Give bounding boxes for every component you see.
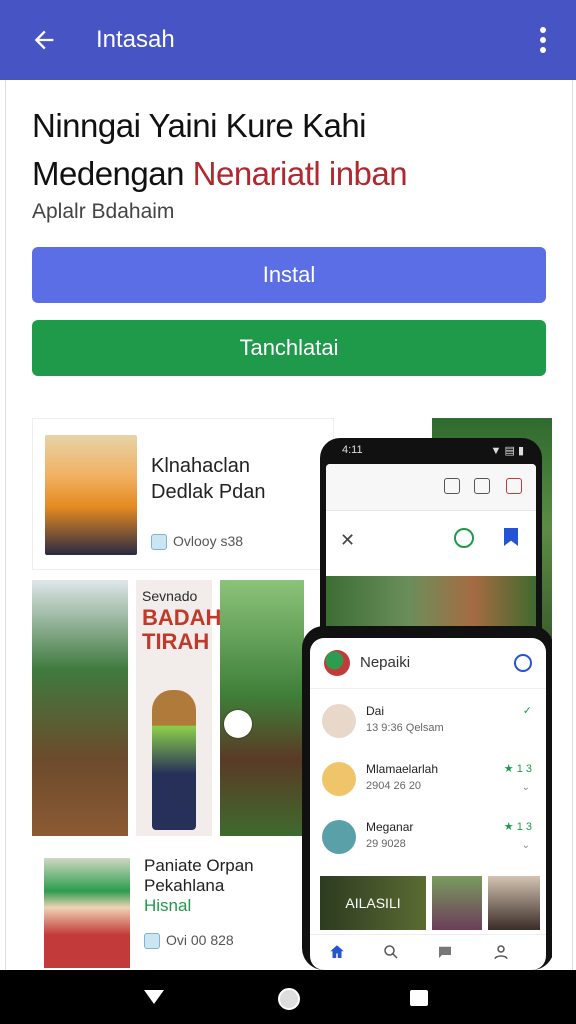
close-icon[interactable]: ✕ xyxy=(340,530,355,551)
item-name: Meganar xyxy=(366,820,414,834)
headline-line-1: Ninngai Yaini Kure Kahi xyxy=(32,107,367,144)
nav-recents-icon[interactable] xyxy=(410,990,428,1006)
poster-main: BADAH TIRAH xyxy=(142,605,222,654)
avatar xyxy=(44,858,130,968)
nav-home-icon[interactable] xyxy=(278,988,300,1010)
share-icon[interactable] xyxy=(444,478,460,494)
avatar xyxy=(322,820,356,854)
phone-actions: ✕ xyxy=(326,514,536,564)
status-icons: ▼ ▤ ▮ xyxy=(490,445,524,457)
poster-top: Sevnado xyxy=(142,588,198,604)
list-item[interactable]: Meganar 29 9028 ★ 1 3 ⌄ xyxy=(310,810,546,866)
card2-meta-label: Ovi 00 828 xyxy=(166,932,234,948)
item-name: Mlamaelarlah xyxy=(366,762,439,776)
item-badge: ✓ xyxy=(522,705,532,717)
play-icon[interactable] xyxy=(224,710,252,738)
subtitle: Aplalr Bdahaim xyxy=(32,200,175,223)
home-icon[interactable] xyxy=(328,943,346,961)
install-button[interactable]: Instal xyxy=(32,247,546,303)
phone-mockup-2: Nepaiki Dai 13 9:36 Qelsam ✓ Mlamaelarla… xyxy=(302,626,552,970)
card2-line-3: Hisnal xyxy=(144,896,192,915)
phone-bottom-nav xyxy=(310,934,546,970)
phone-header-name: Nepaiki xyxy=(360,654,411,671)
item-badge: ★ 1 3 xyxy=(503,821,532,833)
thumbnail[interactable] xyxy=(488,876,540,930)
nav-back-icon[interactable] xyxy=(144,990,164,1004)
profile-icon[interactable] xyxy=(492,943,510,961)
phone-screen: Nepaiki Dai 13 9:36 Qelsam ✓ Mlamaelarla… xyxy=(310,638,546,970)
item-sub: 29 9028 xyxy=(366,838,406,850)
avatar xyxy=(322,762,356,796)
item-name: Dai xyxy=(366,704,385,718)
search-icon[interactable] xyxy=(382,943,400,961)
avatar xyxy=(45,435,137,555)
screenshot-preview: Klnahaclan Dedlak Pdan Ovlooy s38 Sevnad… xyxy=(32,418,552,970)
phone-toolbar xyxy=(326,464,536,511)
thumbnail[interactable] xyxy=(432,876,482,930)
list-item[interactable]: Dai 13 9:36 Qelsam ✓ xyxy=(310,694,546,750)
chevron-down-icon[interactable]: ⌄ xyxy=(522,782,530,793)
app-logo-icon xyxy=(324,650,350,676)
image-icon xyxy=(151,534,167,551)
list-item[interactable]: Mlamaelarlah 2904 26 20 ★ 1 3 ⌄ xyxy=(310,752,546,808)
item-sub: 2904 26 20 xyxy=(366,780,422,792)
chevron-down-icon[interactable]: ⌄ xyxy=(522,840,530,851)
photo-garden xyxy=(220,580,304,836)
back-arrow-icon[interactable] xyxy=(30,26,58,54)
headline-line-2: Medengan Nenariatl inban xyxy=(32,150,552,198)
card2-line-2: Pekahlana xyxy=(144,876,225,895)
bookmark-icon[interactable] xyxy=(504,528,518,546)
chat-icon[interactable] xyxy=(436,943,454,961)
pin-icon[interactable] xyxy=(506,478,522,494)
page-title: Ninngai Yaini Kure Kahi Medengan Nenaria… xyxy=(32,102,552,198)
poster-person xyxy=(152,690,196,830)
card-title-line-2: Dedlak Pdan xyxy=(151,481,266,503)
thumbnail-row: AILASILI xyxy=(320,876,540,930)
profile-card-2: Paniate Orpan Pekahlana Hisnal Ovi 00 82… xyxy=(32,848,332,970)
app-bar: Intasah xyxy=(0,0,576,80)
headline-line-2-prefix: Medengan xyxy=(32,155,193,192)
avatar xyxy=(322,704,356,738)
thumbnail[interactable]: AILASILI xyxy=(320,876,426,930)
item-sub: 13 9:36 Qelsam xyxy=(366,722,444,734)
card2-meta: Ovi 00 828 xyxy=(144,932,234,950)
sync-icon[interactable] xyxy=(514,654,532,672)
more-vert-icon[interactable] xyxy=(538,24,548,56)
app-title: Intasah xyxy=(96,26,175,53)
poster: Sevnado BADAH TIRAH xyxy=(136,580,221,836)
card2-line-1: Paniate Orpan xyxy=(144,856,254,875)
search-icon[interactable] xyxy=(454,528,474,548)
image-icon xyxy=(144,933,160,950)
download-icon[interactable] xyxy=(474,478,490,494)
card-meta-label: Ovlooy s38 xyxy=(173,533,244,549)
photo-building xyxy=(32,580,128,836)
secondary-button[interactable]: Tanchlatai xyxy=(32,320,546,376)
phone-header: Nepaiki xyxy=(310,638,546,689)
item-badge: ★ 1 3 xyxy=(503,763,532,775)
card-title-line-1: Klnahaclan xyxy=(151,455,250,477)
system-nav-bar xyxy=(0,970,576,1024)
card-meta: Ovlooy s38 xyxy=(151,533,244,551)
profile-card: Klnahaclan Dedlak Pdan Ovlooy s38 xyxy=(32,418,334,570)
status-time: 4:11 xyxy=(342,444,363,456)
headline-accent: Nenariatl inban xyxy=(192,155,408,192)
